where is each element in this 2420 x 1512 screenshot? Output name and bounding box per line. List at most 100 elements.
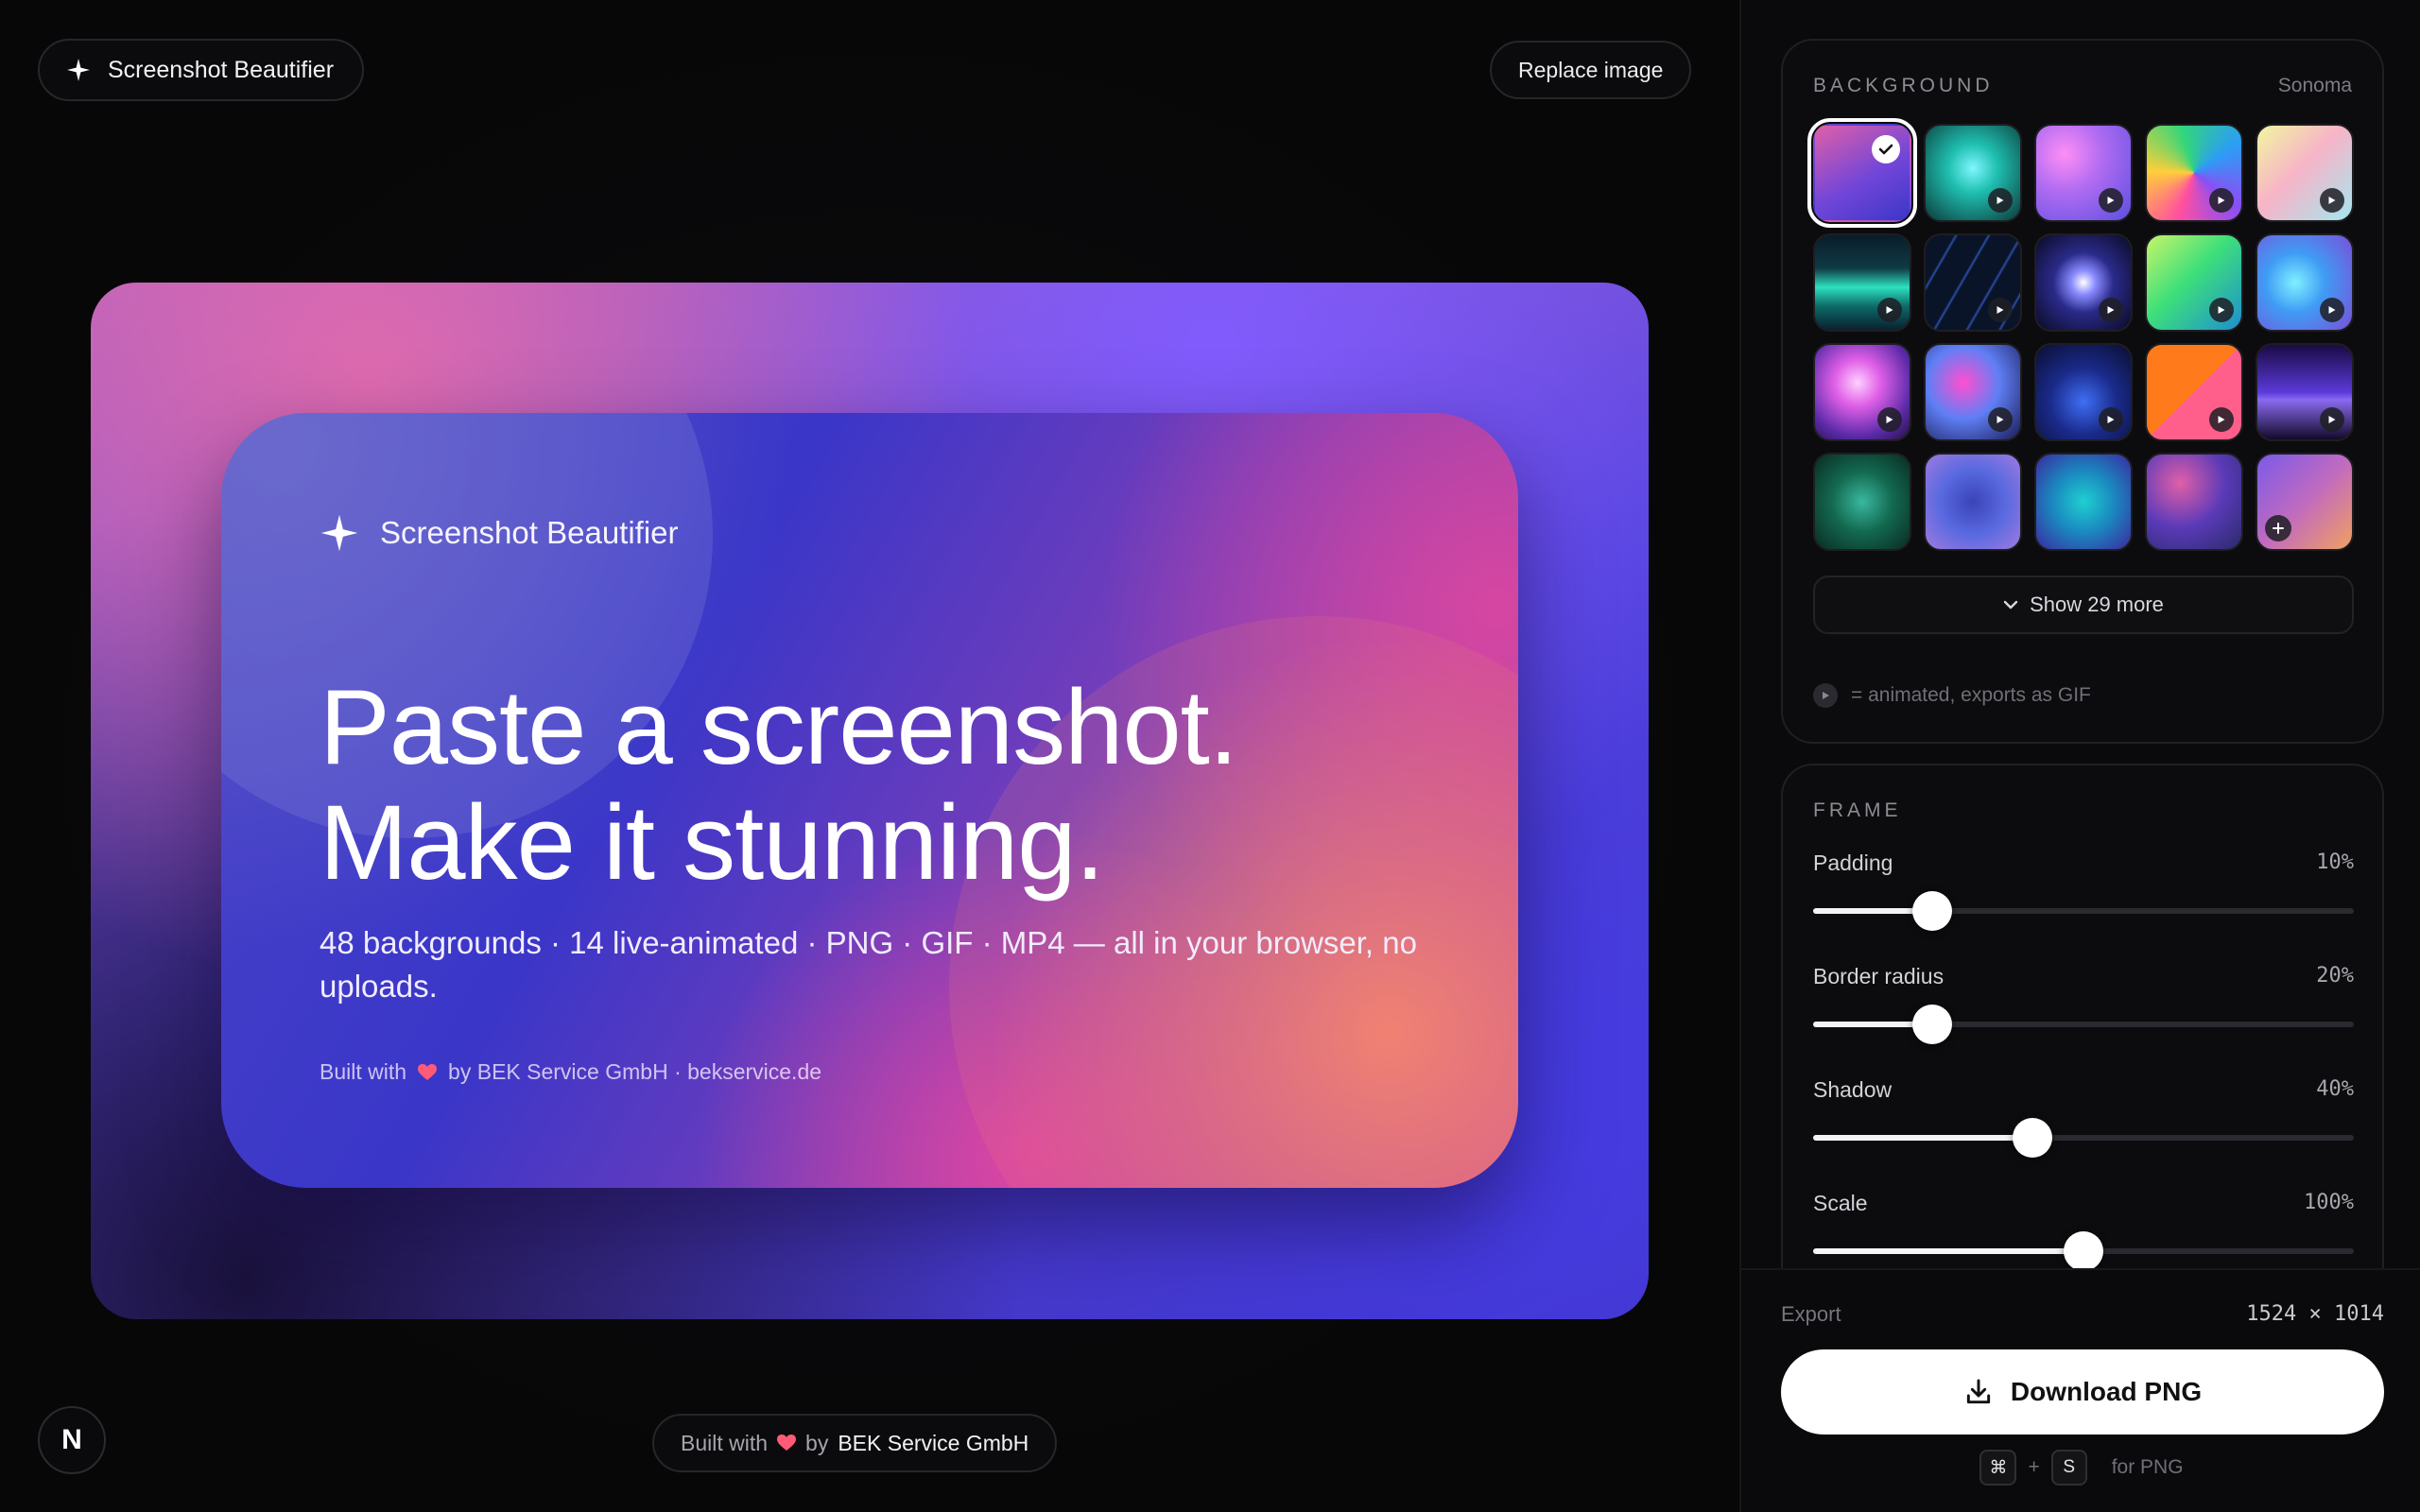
frame-section: FRAME Padding 10% Border radius 20% Shadow 40… [1781, 764, 2384, 1293]
swatch-bloom[interactable] [1813, 343, 1911, 441]
export-area: Export 1524 × 1014 Download PNG ⌘ + S fo… [1741, 1268, 2420, 1512]
swatch-aurora[interactable] [1924, 124, 2022, 222]
app-title: Screenshot Beautifier [108, 56, 335, 83]
swatch-lime[interactable] [2145, 233, 2243, 332]
background-header: BACKGROUND Sonoma [1813, 75, 2352, 97]
swatch-prism[interactable] [2145, 124, 2243, 222]
export-label: Export [1781, 1302, 1841, 1326]
slider-value: 100% [2304, 1191, 2354, 1214]
swatch-lines[interactable] [1924, 233, 2022, 332]
footer-credit-pill[interactable]: Built with by BEK Service GmbH [652, 1414, 1058, 1472]
play-icon [1877, 298, 1902, 322]
credit-prefix: Built with [320, 1059, 407, 1084]
animated-legend-text: = animated, exports as GIF [1851, 684, 2091, 706]
play-icon [1813, 683, 1838, 708]
export-dimensions: 1524 × 1014 [2246, 1302, 2384, 1326]
play-icon [2099, 188, 2123, 213]
chevron-down-icon [2003, 600, 2018, 610]
play-icon [2209, 407, 2234, 432]
footer-company: BEK Service GmbH [838, 1430, 1029, 1455]
headline-line-1: Paste a screenshot. [320, 668, 1238, 786]
swatch-lilac[interactable] [2034, 124, 2133, 222]
play-icon [1988, 188, 2013, 213]
credit-suffix: by BEK Service GmbH · bekservice.de [448, 1059, 822, 1084]
check-icon [1872, 135, 1900, 163]
slider-value: 10% [2316, 850, 2354, 874]
sparkle-icon [67, 59, 90, 81]
screenshot-card: Screenshot Beautifier Paste a screenshot… [221, 413, 1518, 1188]
swatch-horizon[interactable] [2256, 343, 2354, 441]
card-subtitle: 48 backgrounds · 14 live-animated · PNG … [320, 925, 1417, 1004]
shortcut-plus: + [2028, 1456, 2040, 1478]
slider-label-row: Shadow 40% [1813, 1077, 2354, 1103]
background-swatch-grid [1807, 118, 2356, 551]
swatch-lagoon[interactable] [2034, 453, 2133, 551]
swatch-pastel[interactable] [2256, 124, 2354, 222]
swatch-glacier[interactable] [2256, 233, 2354, 332]
play-icon [2209, 188, 2234, 213]
swatch-orb[interactable] [2034, 233, 2133, 332]
card-headline: Paste a screenshot. Make it stunning. [320, 668, 1238, 902]
settings-panel: BACKGROUND Sonoma Show 29 more = animate… [1739, 0, 2420, 1512]
slider-label: Padding [1813, 850, 1893, 875]
slider-scale[interactable]: Scale 100% [1813, 1191, 2354, 1271]
slider-padding[interactable]: Padding 10% [1813, 850, 2354, 931]
slider-label: Shadow [1813, 1077, 1893, 1102]
swatch-dusk[interactable] [2145, 453, 2243, 551]
card-brand: Screenshot Beautifier [320, 513, 679, 553]
slider-thumb[interactable] [1911, 891, 1952, 931]
selected-background-name: Sonoma [2277, 75, 2352, 96]
slider-fill [1813, 1135, 2032, 1141]
swatch-periwinkle[interactable] [1924, 453, 2022, 551]
play-icon [1877, 407, 1902, 432]
download-label: Download PNG [2010, 1377, 2203, 1406]
download-icon [1966, 1379, 1991, 1404]
play-icon [2099, 407, 2123, 432]
slider-label-row: Padding 10% [1813, 850, 2354, 876]
replace-image-button[interactable]: Replace image [1490, 41, 1692, 99]
slider-thumb[interactable] [2012, 1118, 2052, 1158]
card-credit: Built with by BEK Service GmbH · bekserv… [320, 1059, 821, 1085]
swatch-custom[interactable] [2256, 453, 2354, 551]
plus-icon [2265, 515, 2291, 541]
footer-prefix: Built with [681, 1430, 769, 1455]
slider-border-radius[interactable]: Border radius 20% [1813, 964, 2354, 1044]
slider-track[interactable] [1813, 1005, 2354, 1044]
slider-value: 40% [2316, 1077, 2354, 1101]
play-icon [1988, 407, 2013, 432]
slider-track[interactable] [1813, 1118, 2354, 1158]
keyboard-shortcut-hint: ⌘ + S for PNG [1741, 1450, 2420, 1486]
swatch-midnight[interactable] [2034, 343, 2133, 441]
command-key: ⌘ [1979, 1450, 2017, 1486]
show-more-button[interactable]: Show 29 more [1813, 576, 2354, 634]
preview-stage: Screenshot Beautifier Replace image Scre… [0, 0, 1739, 1512]
card-brand-label: Screenshot Beautifier [380, 515, 679, 550]
slider-track[interactable] [1813, 891, 2354, 931]
slider-track[interactable] [1813, 1231, 2354, 1271]
slider-label: Scale [1813, 1191, 1868, 1215]
frame-header: FRAME [1813, 799, 2352, 822]
swatch-forest[interactable] [1813, 453, 1911, 551]
play-icon [2209, 298, 2234, 322]
app-root: Screenshot Beautifier Replace image Scre… [0, 0, 2420, 1512]
footer-by: by [805, 1430, 829, 1455]
swatch-sunset[interactable] [2145, 343, 2243, 441]
animated-legend: = animated, exports as GIF [1813, 683, 2091, 708]
play-icon [2320, 407, 2344, 432]
slider-shadow[interactable]: Shadow 40% [1813, 1077, 2354, 1158]
slider-thumb[interactable] [1911, 1005, 1952, 1044]
slider-label-row: Scale 100% [1813, 1191, 2354, 1216]
play-icon [2099, 298, 2123, 322]
shortcut-suffix: for PNG [2111, 1456, 2184, 1478]
slider-value: 20% [2316, 964, 2354, 988]
s-key: S [2050, 1450, 2087, 1486]
slider-thumb[interactable] [2064, 1231, 2103, 1271]
n-logo-badge[interactable]: N [38, 1406, 106, 1474]
swatch-neon[interactable] [1924, 343, 2022, 441]
download-png-button[interactable]: Download PNG [1781, 1349, 2384, 1435]
headline-line-2: Make it stunning. [320, 783, 1105, 902]
export-header: Export 1524 × 1014 [1781, 1302, 2384, 1327]
heart-icon [777, 1435, 797, 1451]
swatch-sonoma[interactable] [1807, 118, 1917, 228]
swatch-waves[interactable] [1813, 233, 1911, 332]
